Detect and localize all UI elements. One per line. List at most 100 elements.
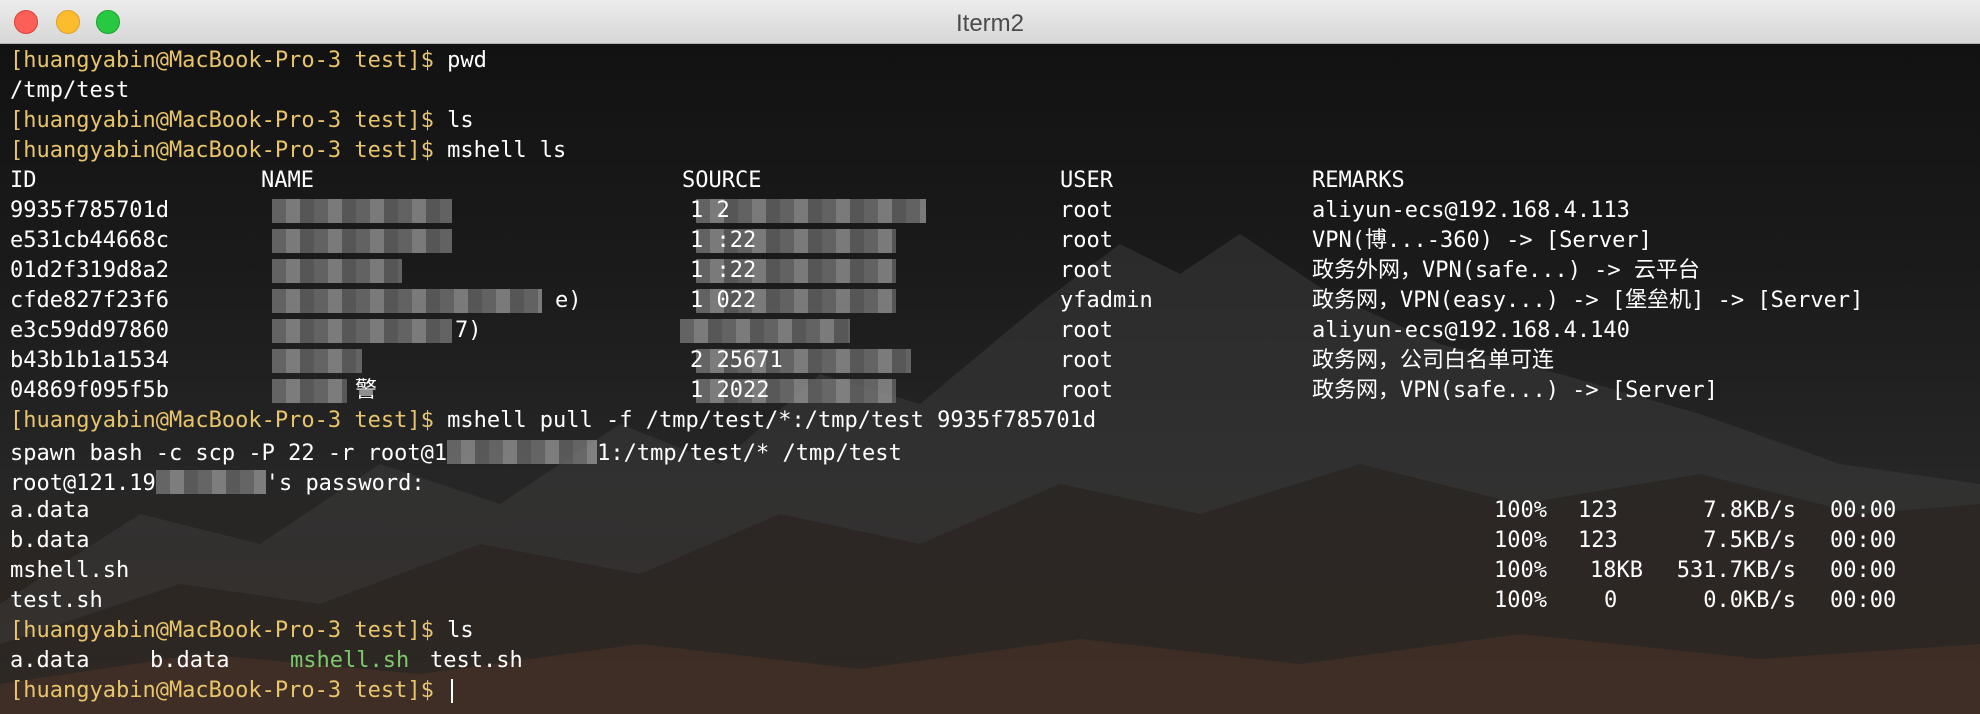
row-user: root [1060,228,1113,253]
row-remarks: aliyun-ecs@192.168.4.113 [1312,198,1630,223]
transfer-rate: 531.7KB/s [1676,558,1796,583]
table-row: cfde827f23f6 e) 1 022 yfadmin 政务网，VPN(ea… [10,286,1980,316]
table-row: 01d2f319d8a2 1 :22 root 政务外网，VPN(safe...… [10,256,1980,286]
row-id: 9935f785701d [10,198,169,223]
header-source: SOURCE [682,168,762,193]
transfer-size: 18KB [1590,558,1643,583]
title-bar: Iterm2 [0,0,1980,44]
transfer-row: b.data 100% 123 7.5KB/s 00:00 [10,526,1980,556]
row-source: 1 2 [690,198,730,223]
prompt-line: [huangyabin@MacBook-Pro-3 test]$ ls [10,106,1980,136]
row-source: 1 :22 [690,258,757,283]
redacted-name [272,289,542,313]
output-line: /tmp/test [10,78,130,103]
redacted-name [272,259,402,283]
transfer-row: a.data 100% 123 7.8KB/s 00:00 [10,496,1980,526]
transfer-file: mshell.sh [10,558,130,583]
table-header: ID NAME SOURCE USER REMARKS [10,166,1980,196]
transfer-time: 00:00 [1830,558,1897,583]
command-text: ls [447,108,474,133]
terminal-pane[interactable]: [huangyabin@MacBook-Pro-3 test]$ pwd /tm… [0,44,1980,714]
shell-prompt: [huangyabin@MacBook-Pro-3 test]$ [10,108,434,133]
row-remarks: aliyun-ecs@192.168.4.140 [1312,318,1630,343]
row-id: e531cb44668c [10,228,169,253]
row-id: cfde827f23f6 [10,288,169,313]
transfer-percent: 100% [1494,498,1547,523]
transfer-time: 00:00 [1830,588,1897,613]
row-user: root [1060,378,1113,403]
row-remarks: VPN(博...-360) -> [Server] [1312,228,1652,253]
table-row: e531cb44668c 1 :22 root VPN(博...-360) ->… [10,226,1980,256]
transfer-rate: 0.0KB/s [1703,588,1796,613]
table-row: 04869f095f5b 警 1 2022 root 政务网，VPN(safe.… [10,376,1980,406]
prompt-line[interactable]: [huangyabin@MacBook-Pro-3 test]$ [10,676,1980,706]
shell-prompt: [huangyabin@MacBook-Pro-3 test]$ [10,678,434,703]
transfer-time: 00:00 [1830,498,1897,523]
window-title: Iterm2 [955,10,1024,37]
transfer-percent: 100% [1494,588,1547,613]
prompt-line: [huangyabin@MacBook-Pro-3 test]$ ls [10,616,1980,646]
row-id: b43b1b1a1534 [10,348,169,373]
shell-prompt: [huangyabin@MacBook-Pro-3 test]$ [10,618,434,643]
row-user: yfadmin [1060,288,1153,313]
row-source: 1 :22 [690,228,757,253]
row-source: 1 022 [690,288,757,313]
shell-prompt: [huangyabin@MacBook-Pro-3 test]$ [10,138,434,163]
transfer-row: mshell.sh 100% 18KB 531.7KB/s 00:00 [10,556,1980,586]
transfer-size: 123 [1578,528,1618,553]
row-user: root [1060,198,1113,223]
redacted-name [272,379,347,403]
table-row: 9935f785701d 1 2 root aliyun-ecs@192.168… [10,196,1980,226]
transfer-file: a.data [10,498,90,523]
ls-file: test.sh [430,648,523,673]
row-name: 7) [455,318,482,343]
transfer-percent: 100% [1494,558,1547,583]
table-row: b43b1b1a1534 2 25671 root 政务网，公司白名单可连 [10,346,1980,376]
shell-prompt: [huangyabin@MacBook-Pro-3 test]$ [10,408,434,433]
password-text-a: root@121.19 [10,471,156,496]
redacted-host [155,470,266,494]
row-name: e) [555,288,582,313]
ls-output: a.data b.data mshell.sh test.sh [10,646,1980,676]
row-id: 04869f095f5b [10,378,169,403]
table-row: e3c59dd97860 7) root aliyun-ecs@192.168.… [10,316,1980,346]
row-remarks: 政务外网，VPN(safe...) -> 云平台 [1312,258,1700,283]
prompt-line: [huangyabin@MacBook-Pro-3 test]$ pwd [10,46,1980,76]
password-text-b: 's password: [265,471,425,496]
prompt-line: [huangyabin@MacBook-Pro-3 test]$ mshell … [10,136,1980,166]
transfer-percent: 100% [1494,528,1547,553]
header-name: NAME [261,168,314,193]
ls-file-executable: mshell.sh [290,648,410,673]
row-remarks: 政务网，公司白名单可连 [1312,348,1555,373]
command-text: ls [447,618,474,643]
row-source: 2 25671 [690,348,783,373]
row-id: e3c59dd97860 [10,318,169,343]
terminal-output: [huangyabin@MacBook-Pro-3 test]$ pwd /tm… [10,46,1980,706]
ls-file: b.data [150,648,230,673]
row-remarks: 政务网，VPN(safe...) -> [Server] [1312,378,1718,403]
redacted-host [447,440,598,464]
prompt-line: [huangyabin@MacBook-Pro-3 test]$ mshell … [10,406,1980,436]
transfer-rate: 7.5KB/s [1703,528,1796,553]
row-user: root [1060,258,1113,283]
ls-file: a.data [10,648,90,673]
transfer-row: test.sh 100% 0 0.0KB/s 00:00 [10,586,1980,616]
row-id: 01d2f319d8a2 [10,258,169,283]
spawn-text-a: spawn bash -c scp -P 22 -r root@1 [10,441,448,466]
text-cursor[interactable] [451,679,454,703]
output-line: spawn bash -c scp -P 22 -r root@1 1:/tmp/… [10,436,1980,466]
redacted-name [272,229,452,253]
row-source: 1 2022 [690,378,770,403]
redacted-name [272,199,452,223]
redacted-source [696,199,926,223]
transfer-size: 123 [1578,498,1618,523]
redacted-name [272,319,452,343]
output-line: root@121.19 's password: [10,466,1980,496]
iterm2-window: Iterm2 [huangyabin@MacBook-Pro-3 test]$ … [0,0,1980,714]
header-id: ID [10,168,37,193]
row-user: root [1060,318,1113,343]
row-user: root [1060,348,1113,373]
command-text: mshell pull -f /tmp/test/*:/tmp/test 993… [447,408,1097,433]
transfer-file: test.sh [10,588,103,613]
row-name: 警 [355,378,378,403]
